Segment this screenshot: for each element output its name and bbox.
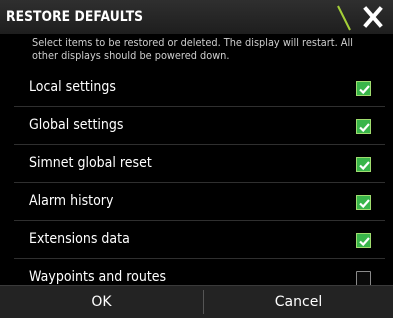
list-item-waypoints-and-routes[interactable]: Waypoints and routes xyxy=(14,259,385,285)
list-item-local-settings[interactable]: Local settings xyxy=(14,69,385,107)
cancel-button[interactable]: Cancel xyxy=(204,286,393,318)
ok-button[interactable]: OK xyxy=(0,286,203,318)
checkbox-simnet-global-reset[interactable] xyxy=(356,157,371,172)
checkmark-icon xyxy=(359,199,370,209)
header-accent-stripe xyxy=(337,5,351,31)
checkbox-local-settings[interactable] xyxy=(356,81,371,96)
checkmark-icon xyxy=(359,237,370,247)
dialog-description: Select items to be restored or deleted. … xyxy=(32,37,353,62)
list-item-label: Alarm history xyxy=(29,193,114,209)
dialog-footer: OK Cancel xyxy=(0,285,393,318)
checkmark-icon xyxy=(359,85,370,95)
list-item-simnet-global-reset[interactable]: Simnet global reset xyxy=(14,145,385,183)
dialog-header: RESTORE DEFAULTS xyxy=(0,0,393,34)
close-button[interactable] xyxy=(353,0,393,34)
list-item-global-settings[interactable]: Global settings xyxy=(14,107,385,145)
list-item-label: Global settings xyxy=(29,117,124,133)
list-item-label: Waypoints and routes xyxy=(29,269,167,285)
checkbox-alarm-history[interactable] xyxy=(356,195,371,210)
list-item-alarm-history[interactable]: Alarm history xyxy=(14,183,385,221)
restore-items-list: Local settings Global settings Simnet gl… xyxy=(14,69,385,285)
list-item-label: Simnet global reset xyxy=(29,155,152,171)
list-item-label: Local settings xyxy=(29,79,116,95)
close-icon xyxy=(363,6,383,28)
list-item-extensions-data[interactable]: Extensions data xyxy=(14,221,385,259)
checkmark-icon xyxy=(359,123,370,133)
checkbox-waypoints-and-routes[interactable] xyxy=(356,271,371,285)
checkmark-icon xyxy=(359,161,370,171)
list-item-label: Extensions data xyxy=(29,231,130,247)
checkbox-extensions-data[interactable] xyxy=(356,233,371,248)
checkbox-global-settings[interactable] xyxy=(356,119,371,134)
